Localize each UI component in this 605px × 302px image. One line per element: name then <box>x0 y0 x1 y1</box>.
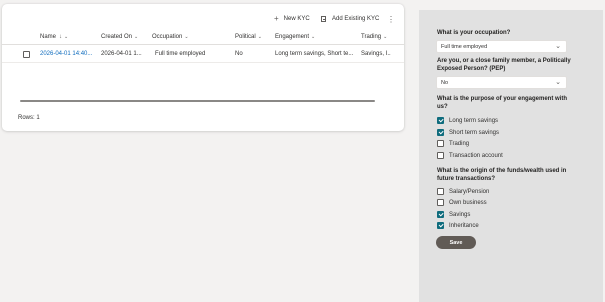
chevron-down-icon: ⌄ <box>64 34 69 40</box>
kyc-subgrid-card: + New KYC Add Existing KYC ⋮ Name ↓ ⌄ Cr… <box>2 4 404 131</box>
occupation-dropdown[interactable]: Full time employed ⌄ <box>436 40 567 53</box>
chevron-down-icon: ⌄ <box>383 34 388 40</box>
chevron-down-icon: ⌄ <box>134 34 139 40</box>
horizontal-scrollbar[interactable] <box>20 100 375 102</box>
purpose-option-trading[interactable]: Trading <box>437 139 469 148</box>
row-created-on: 2026-04-01 1... <box>101 51 142 57</box>
column-header-created-on[interactable]: Created On ⌄ <box>101 30 147 44</box>
chevron-down-icon: ⌄ <box>184 34 189 40</box>
column-header-trading[interactable]: Trading ⌄ <box>361 30 391 44</box>
question-occupation: What is your occupation? <box>437 30 511 36</box>
question-origin-of-funds: What is the origin of the funds/wealth u… <box>437 168 567 182</box>
row-political: No <box>235 51 243 57</box>
column-header-name[interactable]: Name ↓ ⌄ <box>40 30 97 44</box>
checkbox-unchecked[interactable] <box>437 152 444 159</box>
save-button[interactable]: Save <box>436 236 476 249</box>
checkbox-checked[interactable] <box>437 211 444 218</box>
rows-count: Rows: 1 <box>18 115 40 121</box>
chevron-down-icon: ⌄ <box>555 79 561 86</box>
row-name-link[interactable]: 2026-04-01 14:40... <box>40 46 97 62</box>
pep-value: No <box>441 79 449 86</box>
checkbox-checked[interactable] <box>437 222 444 229</box>
sort-descending-icon: ↓ <box>59 34 63 40</box>
purpose-option-long-term-savings[interactable]: Long term savings <box>437 116 498 125</box>
kyc-form-panel: What is your occupation? Full time emplo… <box>419 10 603 302</box>
origin-option-inheritance[interactable]: Inheritance <box>437 221 479 230</box>
origin-option-savings[interactable]: Savings <box>437 210 470 219</box>
kyc-grid: Name ↓ ⌄ Created On ⌄ Occupation ⌄ Polit… <box>2 30 404 63</box>
row-occupation: Full time employed <box>155 51 206 57</box>
origin-option-own-business[interactable]: Own business <box>437 198 487 207</box>
occupation-value: Full time employed <box>441 43 488 50</box>
command-bar: + New KYC Add Existing KYC ⋮ <box>2 12 404 26</box>
checkbox-unchecked[interactable] <box>437 199 444 206</box>
new-kyc-label: New KYC <box>283 16 310 22</box>
chevron-down-icon: ⌄ <box>311 34 316 40</box>
add-existing-kyc-button[interactable]: Add Existing KYC <box>321 12 379 26</box>
origin-option-salary-pension[interactable]: Salary/Pension <box>437 187 489 196</box>
more-commands-icon[interactable]: ⋮ <box>387 12 395 26</box>
grid-header: Name ↓ ⌄ Created On ⌄ Occupation ⌄ Polit… <box>2 30 404 45</box>
checkbox-checked[interactable] <box>437 129 444 136</box>
purpose-option-transaction-account[interactable]: Transaction account <box>437 151 503 160</box>
column-header-political[interactable]: Political ⌄ <box>235 30 272 44</box>
checkbox-unchecked[interactable] <box>437 140 444 147</box>
column-header-engagement[interactable]: Engagement ⌄ <box>275 30 359 44</box>
question-purpose: What is the purpose of your engagement w… <box>437 96 568 110</box>
purpose-option-short-term-savings[interactable]: Short term savings <box>437 128 499 137</box>
document-icon <box>321 16 326 22</box>
checkbox-checked[interactable] <box>437 117 444 124</box>
plus-icon: + <box>274 14 279 23</box>
chevron-down-icon: ⌄ <box>257 34 262 40</box>
row-engagement: Long term savings, Short te... <box>275 51 354 57</box>
row-select-checkbox[interactable] <box>23 46 30 62</box>
row-trading: Savings, I... <box>361 51 391 57</box>
new-kyc-button[interactable]: + New KYC <box>274 12 310 26</box>
table-row[interactable]: 2026-04-01 14:40... 2026-04-01 1... Full… <box>2 46 404 63</box>
chevron-down-icon: ⌄ <box>555 43 561 50</box>
checkbox-unchecked[interactable] <box>437 188 444 195</box>
add-existing-kyc-label: Add Existing KYC <box>332 16 380 22</box>
column-header-occupation[interactable]: Occupation ⌄ <box>152 30 232 44</box>
question-pep: Are you, or a close family member, a Pol… <box>437 58 571 72</box>
pep-dropdown[interactable]: No ⌄ <box>436 76 567 89</box>
